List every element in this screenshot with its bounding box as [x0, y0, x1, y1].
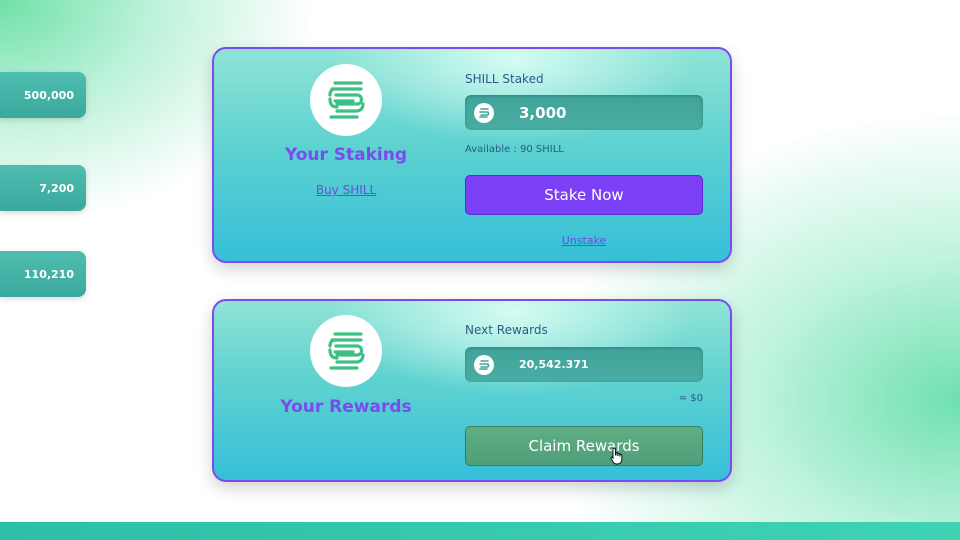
available-balance: Available : 90 SHILL [465, 144, 564, 155]
card-title: Your Staking [284, 145, 408, 165]
shill-logo-icon [310, 64, 382, 136]
unstake-link[interactable]: Unstake [544, 234, 624, 247]
usd-value: ≈ $0 [678, 393, 703, 404]
stat-value: 500,000 [23, 88, 74, 102]
rewards-card: Your Rewards Next Rewards 20,542.371 ≈ $… [212, 299, 732, 482]
shill-staked-label: SHILL Staked [465, 72, 544, 86]
stake-now-button[interactable]: Stake Now [465, 175, 703, 215]
staked-amount-field: 3,000 [465, 95, 703, 130]
staked-amount-value: 3,000 [519, 103, 567, 122]
claim-rewards-button[interactable]: Claim Rewards [465, 426, 703, 466]
rewards-amount-field: 20,542.371 [465, 347, 703, 382]
stat-value: 110,210 [23, 267, 74, 281]
bottom-bar [0, 522, 960, 540]
shill-coin-icon [474, 354, 494, 375]
shill-logo-icon [310, 315, 382, 387]
stat-chip-3: 110,210 [0, 251, 86, 297]
rewards-amount-value: 20,542.371 [519, 358, 589, 371]
hand-pointer-icon [610, 447, 624, 469]
stat-chip-2: 7,200 [0, 165, 86, 211]
stat-value: 7,200 [39, 181, 74, 195]
next-rewards-label: Next Rewards [465, 323, 548, 337]
card-title: Your Rewards [280, 397, 412, 417]
buy-shill-link[interactable]: Buy SHILL [296, 183, 396, 197]
stat-chip-1: 500,000 [0, 72, 86, 118]
shill-coin-icon [474, 102, 494, 123]
staking-card: Your Staking Buy SHILL SHILL Staked 3,00… [212, 47, 732, 263]
